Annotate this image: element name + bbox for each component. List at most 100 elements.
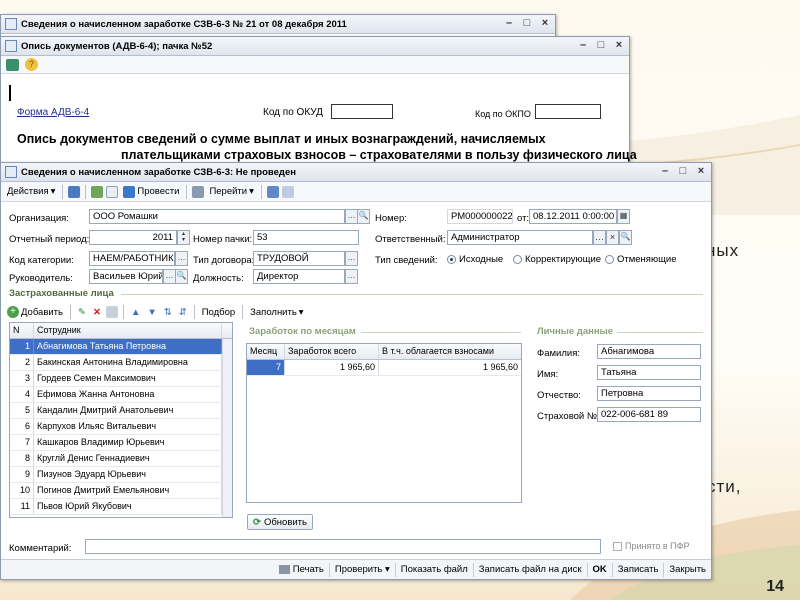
refresh-button[interactable]: ⟳ Обновить — [247, 514, 313, 530]
copy-icon[interactable] — [106, 185, 119, 198]
minimize-icon[interactable]: – — [657, 165, 673, 179]
resp-field[interactable]: Администратор — [447, 230, 593, 245]
back-window-titlebar[interactable]: Сведения о начисленном заработке СЗВ-6-3… — [1, 15, 555, 34]
dropdown-icon: ▾ — [385, 563, 390, 575]
save-button[interactable]: Записать — [611, 562, 664, 577]
save-file-button[interactable]: Записать файл на диск — [472, 562, 587, 577]
select-button[interactable]: … — [345, 269, 358, 284]
close-button[interactable]: Закрыть — [663, 562, 711, 577]
radio-original[interactable]: Исходные — [447, 254, 503, 265]
contract-field[interactable]: ТРУДОВОЙ — [253, 251, 345, 266]
column-header[interactable]: Месяц — [247, 344, 285, 359]
table-row[interactable]: 4 Ефимова Жанна Антоновна — [10, 387, 232, 403]
table-row[interactable]: 10 Погинов Дмитрий Емельянович — [10, 483, 232, 499]
print-preview-icon[interactable] — [6, 58, 19, 71]
okud-field[interactable] — [331, 104, 393, 119]
comment-field[interactable] — [85, 539, 601, 554]
okpo-field[interactable] — [535, 104, 601, 119]
move-down-icon[interactable]: ▼ — [145, 306, 158, 319]
sort-desc-icon[interactable]: ⇵ — [177, 306, 189, 319]
clear-icon[interactable]: × — [606, 230, 619, 245]
list-icon[interactable] — [281, 185, 294, 198]
position-field[interactable]: Директор — [253, 269, 345, 284]
inventory-window[interactable]: Опись документов (АДВ-6-4); пачка №52 – … — [0, 36, 637, 166]
check-menu[interactable]: Проверить ▾ — [328, 562, 395, 577]
maximize-icon[interactable]: □ — [593, 39, 609, 53]
row-number-cell: 1 — [10, 339, 34, 354]
move-up-icon[interactable]: ▲ — [129, 306, 142, 319]
delete-icon[interactable]: ✕ — [91, 306, 103, 319]
select-button[interactable]: … — [175, 251, 188, 266]
goto-menu[interactable]: Перейти ▾ — [207, 185, 255, 198]
number-field[interactable]: РМ000000022 — [447, 209, 513, 224]
table-row[interactable]: 11 Пьвов Юрий Якубович — [10, 499, 232, 515]
show-file-button[interactable]: Показать файл — [394, 562, 473, 577]
sort-asc-icon[interactable]: ⇅ — [162, 306, 174, 319]
fill-menu[interactable]: Заполнить ▾ — [248, 306, 305, 319]
radio-cancelling[interactable]: Отменяющие — [605, 254, 676, 265]
column-header[interactable]: Сотрудник — [34, 323, 222, 338]
radio-corrective[interactable]: Корректирующие — [513, 254, 601, 265]
column-header[interactable]: В т.ч. облагается взносами — [379, 344, 521, 359]
close-icon[interactable]: × — [693, 165, 709, 179]
select-button[interactable]: … — [593, 230, 606, 245]
table-row[interactable]: 8 Круглй Денис Геннадиевич — [10, 451, 232, 467]
grid-icon[interactable] — [266, 185, 279, 198]
post-and-close-icon[interactable] — [68, 185, 81, 198]
table-row[interactable]: 9 Пизунов Эдуард Юрьевич — [10, 467, 232, 483]
table-row[interactable]: 3 Гордеев Семен Максимович — [10, 371, 232, 387]
table-row[interactable]: 7 1 965,60 1 965,60 — [247, 360, 521, 376]
category-field[interactable]: НАЕМ/РАБОТНИК — [89, 251, 175, 266]
pack-field[interactable]: 53 — [253, 230, 359, 245]
period-field[interactable]: 2011 — [89, 230, 177, 245]
close-icon[interactable]: × — [537, 17, 553, 31]
form-name-link[interactable]: Форма АДВ-6-4 — [17, 107, 89, 118]
search-icon[interactable]: 🔍 — [357, 209, 370, 224]
inventory-window-titlebar[interactable]: Опись документов (АДВ-6-4); пачка №52 – … — [1, 37, 629, 56]
table-row[interactable]: 6 Карпухов Ильяс Витальевич — [10, 419, 232, 435]
ok-button[interactable]: OK — [586, 562, 612, 577]
head-field[interactable]: Васильев Юрий I — [89, 269, 163, 284]
toolbar-separator — [62, 184, 64, 199]
save-icon[interactable] — [91, 185, 104, 198]
employees-scrollbar[interactable] — [222, 339, 232, 517]
calendar-icon[interactable]: ▦ — [617, 209, 630, 224]
patronymic-field[interactable]: Петровна — [597, 386, 701, 401]
snils-field[interactable]: 022-006-681 89 — [597, 407, 701, 422]
slide-bg-text-2: сти, — [707, 477, 742, 496]
column-header[interactable]: N — [10, 323, 34, 338]
szv-window[interactable]: Сведения о начисленном заработке СЗВ-6-3… — [0, 162, 712, 580]
search-icon[interactable]: 🔍 — [175, 269, 188, 284]
accepted-checkbox[interactable]: Принято в ПФР — [613, 541, 689, 551]
org-field[interactable]: ООО Ромашки — [89, 209, 345, 224]
date-field[interactable]: 08.12.2011 0:00:00 — [529, 209, 617, 224]
help-icon[interactable]: ? — [25, 58, 38, 71]
szv-window-titlebar[interactable]: Сведения о начисленном заработке СЗВ-6-3… — [1, 163, 711, 182]
post-button[interactable]: Провести — [121, 185, 181, 199]
add-button[interactable]: + Добавить — [5, 305, 65, 319]
minimize-icon[interactable]: – — [575, 39, 591, 53]
column-header[interactable]: Заработок всего — [285, 344, 379, 359]
close-icon[interactable]: × — [611, 39, 627, 53]
minimize-icon[interactable]: – — [501, 17, 517, 31]
print-button[interactable]: Печать — [274, 563, 329, 577]
table-row[interactable]: 7 Кашкаров Владимир Юрьевич — [10, 435, 232, 451]
surname-field[interactable]: Абнагимова — [597, 344, 701, 359]
name-field[interactable]: Татьяна — [597, 365, 701, 380]
printer-icon — [278, 565, 290, 574]
employees-grid[interactable]: N Сотрудник 1 Абнагимова Татьяна Петровна… — [9, 322, 233, 518]
maximize-icon[interactable]: □ — [675, 165, 691, 179]
structure-icon[interactable] — [192, 185, 205, 198]
pick-button[interactable]: Подбор — [200, 306, 237, 319]
table-row[interactable]: 1 Абнагимова Татьяна Петровна — [10, 339, 232, 355]
table-row[interactable]: 2 Бакинская Антонина Владимировна — [10, 355, 232, 371]
maximize-icon[interactable]: □ — [519, 17, 535, 31]
edit-icon[interactable]: ✎ — [76, 306, 88, 319]
period-stepper[interactable]: ▴ ▾ — [177, 230, 190, 245]
table-row[interactable]: 5 Кандалин Дмитрий Анатольевич — [10, 403, 232, 419]
earnings-grid[interactable]: Месяц Заработок всего В т.ч. облагается … — [246, 343, 522, 503]
actions-menu[interactable]: Действия ▾ — [5, 185, 57, 198]
select-button[interactable]: … — [345, 251, 358, 266]
search-icon[interactable]: 🔍 — [619, 230, 632, 245]
end-edit-icon[interactable] — [105, 306, 118, 318]
